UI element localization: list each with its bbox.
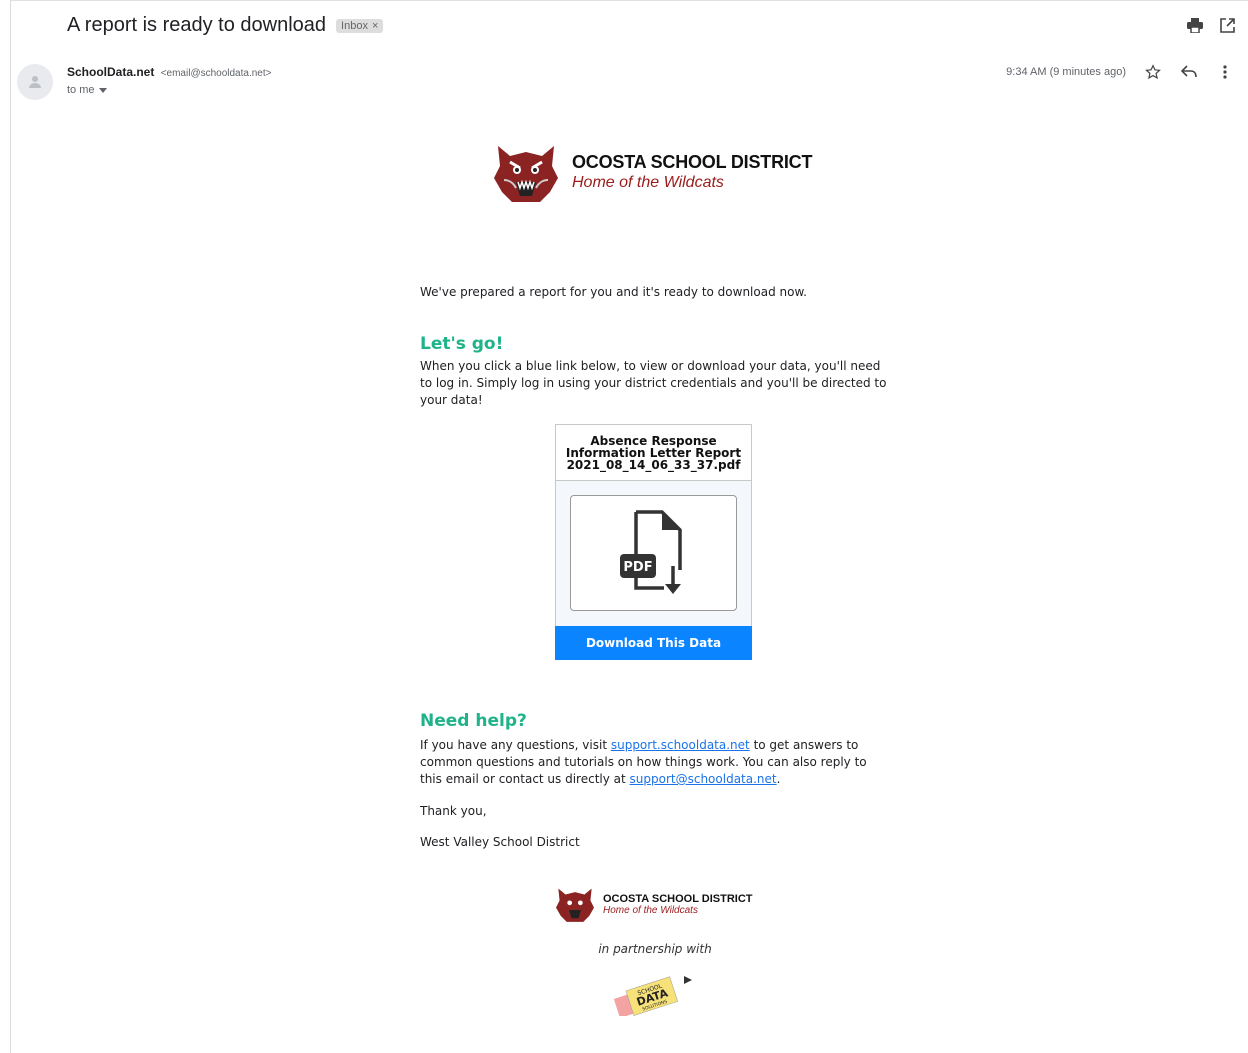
- email-subject: A report is ready to download: [67, 14, 327, 36]
- report-card: Absence Response Information Letter Repo…: [555, 424, 752, 660]
- district-logo: OCOSTA SCHOOL DISTRICT Home of the Wildc…: [490, 140, 812, 204]
- sender-avatar[interactable]: [17, 64, 53, 100]
- support-email-link[interactable]: support@schooldata.net: [630, 772, 777, 786]
- print-icon[interactable]: [1186, 16, 1204, 34]
- district-logo-subtitle: Home of the Wildcats: [572, 174, 724, 191]
- sender-line: SchoolData.net <email@schooldata.net>: [67, 65, 271, 79]
- lets-go-text: When you click a blue link below, to vie…: [420, 359, 887, 407]
- chevron-down-icon: [98, 87, 107, 93]
- message-meta: 9:34 AM (9 minutes ago): [1006, 63, 1234, 81]
- subject-row: A report is ready to download Inbox ×: [67, 14, 384, 37]
- footer-logo-title: OCOSTA SCHOOL DISTRICT: [603, 892, 753, 905]
- pdf-preview[interactable]: PDF: [570, 495, 737, 611]
- district-logo-text: OCOSTA SCHOOL DISTRICT Home of the Wildc…: [572, 152, 812, 192]
- need-help-heading: Need help?: [420, 711, 527, 731]
- header-actions: [1186, 16, 1236, 34]
- district-logo-title: OCOSTA SCHOOL DISTRICT: [572, 152, 813, 172]
- signature-text: West Valley School District: [420, 835, 580, 849]
- footer-district-logo: OCOSTA SCHOOL DISTRICT Home of the Wildc…: [553, 885, 753, 923]
- inbox-label-chip: Inbox ×: [336, 18, 384, 33]
- lets-go-heading: Let's go!: [420, 334, 504, 354]
- top-border: [10, 0, 1248, 1]
- download-data-button[interactable]: Download This Data: [555, 626, 752, 660]
- help-text-part-1: If you have any questions, visit: [420, 738, 611, 752]
- remove-label-icon[interactable]: ×: [372, 20, 378, 32]
- school-data-solutions-logo: SCHOOL DATA SOLUTIONS: [610, 970, 700, 1021]
- open-in-new-icon[interactable]: [1218, 16, 1236, 34]
- help-paragraph: If you have any questions, visit support…: [420, 737, 890, 788]
- recipient-details-toggle[interactable]: to me: [67, 84, 107, 96]
- reply-icon[interactable]: [1180, 63, 1198, 81]
- intro-text: We've prepared a report for you and it's…: [420, 285, 807, 299]
- pdf-badge-text: PDF: [623, 560, 652, 575]
- help-text-part-3: .: [776, 772, 781, 786]
- footer-logo-text: OCOSTA SCHOOL DISTRICT Home of the Wildc…: [603, 893, 753, 916]
- to-label: to me: [67, 84, 95, 96]
- wildcat-mascot-small-icon: [556, 888, 594, 922]
- footer-logo-subtitle: Home of the Wildcats: [603, 904, 698, 916]
- left-border: [10, 0, 11, 1053]
- pdf-download-icon: PDF: [619, 510, 682, 594]
- support-site-link[interactable]: support.schooldata.net: [611, 738, 750, 752]
- partnership-text: in partnership with: [598, 942, 712, 956]
- report-card-title: Absence Response Information Letter Repo…: [556, 425, 751, 481]
- timestamp: 9:34 AM (9 minutes ago): [1006, 66, 1126, 78]
- inbox-label-text: Inbox: [341, 19, 368, 32]
- wildcat-mascot-icon: [494, 146, 558, 202]
- more-vert-icon[interactable]: [1216, 63, 1234, 81]
- thanks-text: Thank you,: [420, 804, 487, 818]
- report-title-line-3: 2021_08_14_06_33_37.pdf: [566, 458, 741, 472]
- person-icon: [29, 76, 41, 88]
- sender-email: <email@schooldata.net>: [160, 68, 272, 79]
- star-icon[interactable]: [1144, 63, 1162, 81]
- sender-name[interactable]: SchoolData.net: [67, 65, 154, 79]
